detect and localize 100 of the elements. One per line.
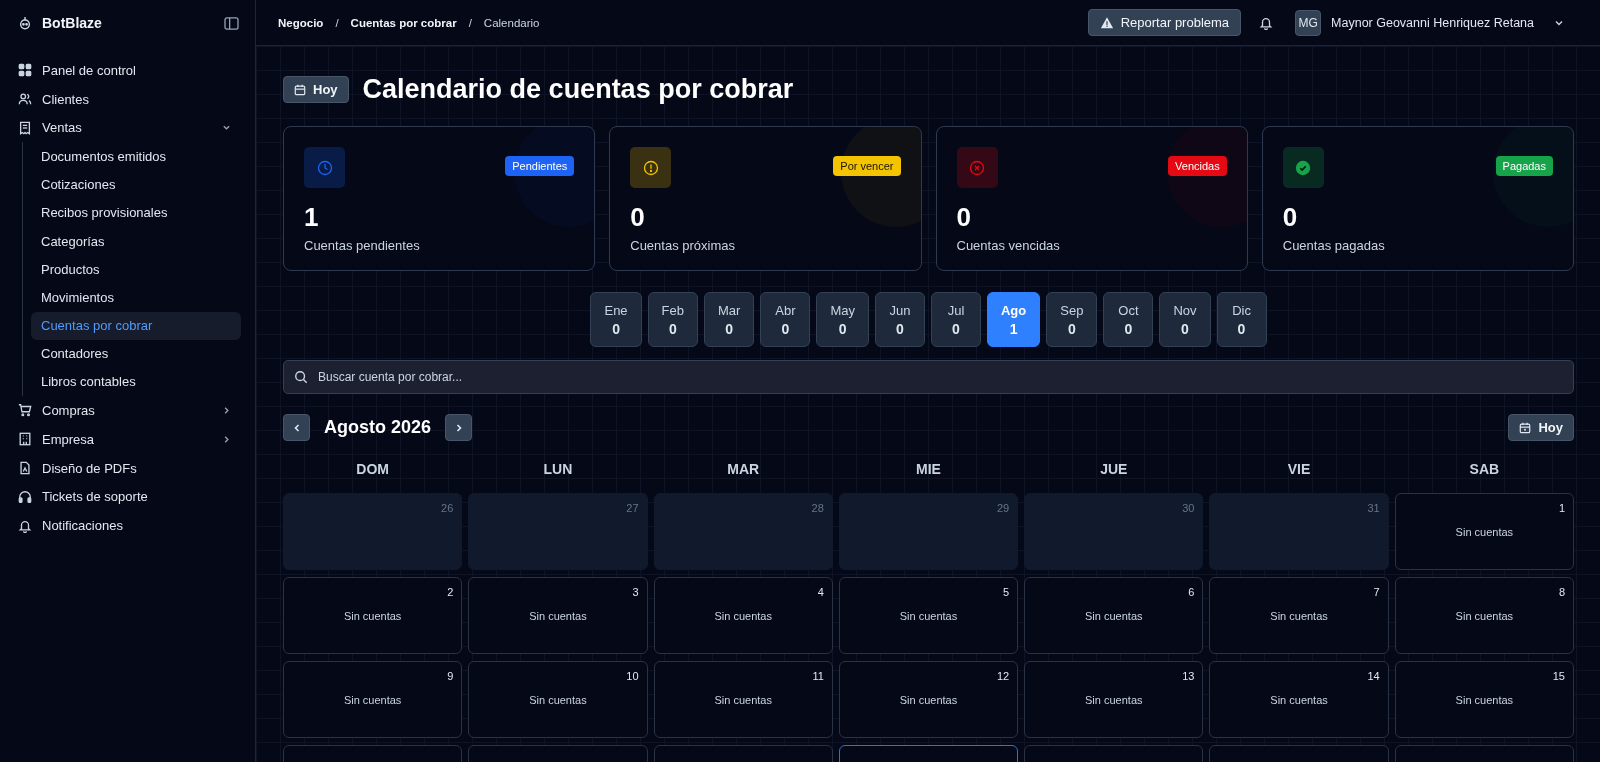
month-tab[interactable]: Ago 1	[986, 292, 1041, 347]
previous-month-button[interactable]	[283, 414, 310, 441]
day-note: Sin cuentas	[714, 693, 772, 706]
notification-bell-icon[interactable]	[1259, 15, 1274, 30]
page-title: Calendario de cuentas por cobrar	[362, 74, 794, 105]
month-tab[interactable]: Mar 0	[704, 292, 755, 347]
day-number: 13	[1182, 670, 1195, 682]
day-number: 14	[1367, 670, 1380, 682]
day-cell[interactable]: 15 Sin cuentas	[1394, 661, 1574, 738]
day-cell[interactable]: 13 Sin cuentas	[1024, 661, 1204, 738]
day-cell[interactable]: 27	[468, 493, 648, 570]
day-note: Sin cuentas	[1085, 609, 1143, 622]
day-number: 26	[441, 502, 454, 514]
day-note: Sin cuentas	[1270, 693, 1328, 706]
exclamation-icon	[630, 147, 672, 188]
today-button[interactable]: Hoy	[283, 76, 349, 103]
stat-label: Cuentas vencidas	[956, 238, 1061, 253]
sidebar-item[interactable]: Tickets de soporte	[16, 482, 241, 512]
month-tab[interactable]: Sep 0	[1046, 292, 1098, 347]
day-number: 31	[1367, 502, 1380, 514]
calendar-icon	[294, 83, 306, 96]
breadcrumb-separator: /	[335, 16, 339, 29]
warning-icon	[1099, 15, 1114, 30]
breadcrumb-link[interactable]: Negocio	[278, 16, 324, 29]
sidebar-subitem[interactable]: Cuentas por cobrar	[31, 311, 241, 340]
sidebar-item[interactable]: Notificaciones	[16, 511, 241, 541]
headset-icon	[18, 489, 32, 504]
day-note: Sin cuentas	[1455, 525, 1514, 538]
day-note: Sin cuentas	[343, 609, 402, 622]
day-cell[interactable]: 14 Sin cuentas	[1209, 661, 1389, 738]
day-cell[interactable]: 10 Sin cuentas	[468, 661, 648, 738]
sidebar-item[interactable]: Clientes	[16, 84, 241, 114]
month-tab[interactable]: Abr 0	[760, 292, 811, 347]
sidebar-subitem[interactable]: Contadores	[31, 339, 241, 368]
sidebar-subitem[interactable]: Movimientos	[31, 283, 241, 312]
month-tab[interactable]: Feb 0	[647, 292, 698, 347]
day-note: Sin cuentas	[1455, 609, 1514, 622]
day-cell[interactable]: 29	[838, 493, 1019, 570]
breadcrumb-separator: /	[468, 16, 472, 29]
day-cell[interactable]: 2 Sin cuentas	[283, 577, 463, 654]
today-button[interactable]: Hoy	[1508, 414, 1574, 441]
status-badge: Por vencer	[833, 156, 901, 176]
day-number: 28	[811, 502, 824, 514]
sidebar-item[interactable]: Compras	[16, 396, 241, 425]
grid-icon	[18, 63, 32, 78]
stat-label: Cuentas próximas	[630, 238, 737, 253]
day-number: 12	[996, 670, 1010, 682]
report-problem-button[interactable]: Reportar problema	[1087, 9, 1242, 36]
month-tab[interactable]: Nov 0	[1159, 292, 1211, 347]
day-cell[interactable]: 9 Sin cuentas	[283, 661, 463, 738]
breadcrumb-link[interactable]: Calendario	[483, 16, 540, 29]
building-icon	[18, 432, 32, 447]
month-tab[interactable]: Jul 0	[930, 292, 981, 347]
sidebar-item[interactable]: Panel de control	[16, 56, 241, 85]
next-month-button[interactable]	[445, 414, 473, 441]
sidebar-subitem[interactable]: Libros contables	[31, 367, 241, 397]
day-cell[interactable]: 6 Sin cuentas	[1024, 577, 1204, 654]
weekday-header: MAR	[726, 460, 761, 479]
sidebar-subitem[interactable]: Productos	[31, 255, 241, 284]
day-cell[interactable]: 3 Sin cuentas	[468, 577, 648, 654]
day-cell[interactable]: 30	[1024, 493, 1204, 570]
sidebar-item[interactable]: Diseño de PDFs	[16, 453, 241, 483]
search-field[interactable]: Buscar cuenta por cobrar...	[283, 360, 1574, 394]
stat-value: 0	[630, 202, 646, 233]
bell-icon	[18, 518, 32, 533]
sidebar-subitem[interactable]: Categorías	[31, 226, 241, 256]
month-tab[interactable]: Oct 0	[1103, 292, 1154, 347]
stat-label: Cuentas pendientes	[304, 238, 421, 253]
sidebar-toggle-icon[interactable]	[224, 16, 239, 30]
stat-value: 0	[956, 202, 972, 233]
day-number: 8	[1558, 586, 1565, 598]
calendar-month-title: Agosto 2026	[324, 417, 432, 438]
sidebar-subitem[interactable]: Documentos emitidos	[31, 142, 241, 171]
day-cell[interactable]: 31	[1209, 493, 1389, 570]
day-cell[interactable]: 11 Sin cuentas	[653, 661, 833, 738]
user-avatar[interactable]: MG	[1295, 9, 1322, 36]
day-cell[interactable]: 1 Sin cuentas	[1394, 493, 1574, 570]
day-cell[interactable]: 12 Sin cuentas	[838, 661, 1019, 738]
breadcrumb-link[interactable]: Cuentas por cobrar	[350, 16, 457, 29]
day-cell[interactable]: 4 Sin cuentas	[653, 577, 833, 654]
day-cell[interactable]: 8 Sin cuentas	[1394, 577, 1574, 654]
month-tab[interactable]: Ene 0	[590, 292, 642, 347]
brand-name: BotBlaze	[42, 15, 102, 31]
sidebar-item[interactable]: Empresa	[16, 424, 241, 454]
sidebar-subitem[interactable]: Recibos provisionales	[31, 198, 241, 227]
weekday-header: JUE	[1099, 460, 1129, 479]
sidebar-item[interactable]: Ventas	[16, 113, 241, 143]
day-cell[interactable]: 7 Sin cuentas	[1209, 577, 1389, 654]
stat-value: 0	[1282, 202, 1299, 233]
day-cell[interactable]: 5 Sin cuentas	[838, 577, 1019, 654]
month-tab[interactable]: Jun 0	[874, 292, 925, 347]
robot-logo-icon	[18, 16, 32, 30]
day-cell[interactable]: 26	[283, 493, 463, 570]
day-number: 9	[447, 670, 454, 682]
day-cell[interactable]: 28	[653, 493, 833, 570]
sidebar-subitem[interactable]: Cotizaciones	[31, 170, 241, 199]
month-tab[interactable]: May 0	[816, 292, 869, 347]
day-number: 4	[817, 586, 824, 598]
calendar-icon	[1519, 421, 1532, 434]
month-tab[interactable]: Dic 0	[1216, 292, 1267, 347]
